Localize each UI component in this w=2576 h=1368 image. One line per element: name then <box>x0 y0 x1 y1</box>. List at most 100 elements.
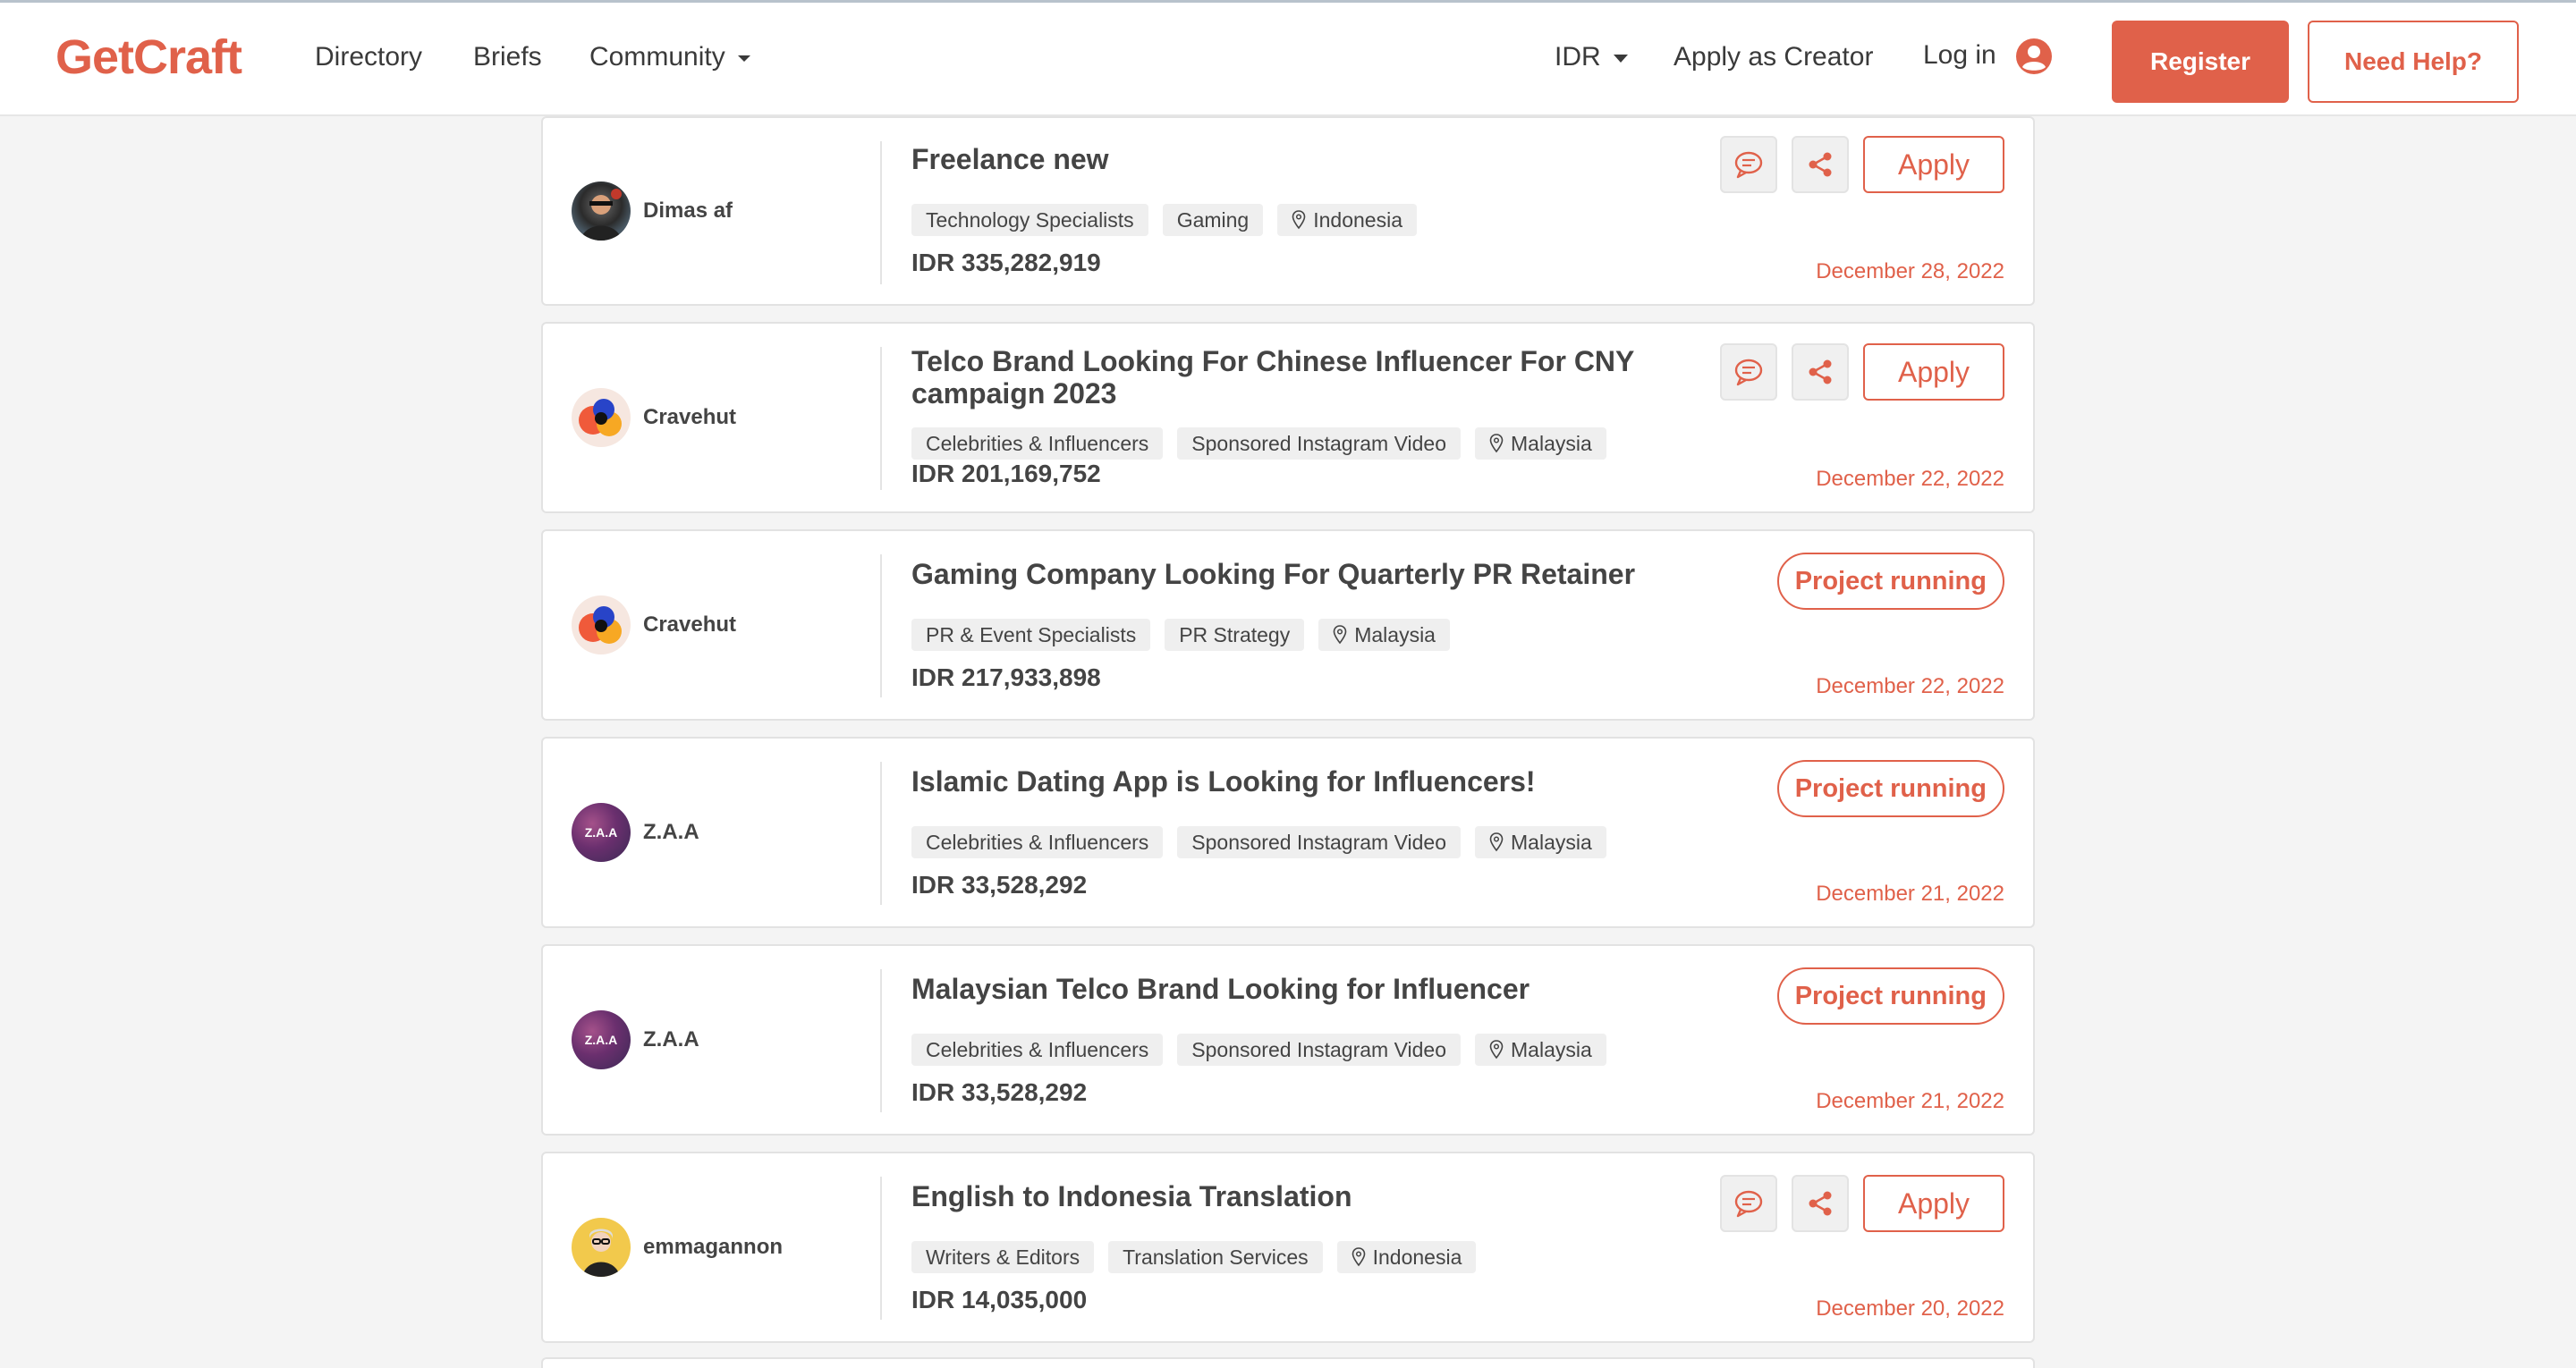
brief-card[interactable]: Cravehut Gaming Company Looking For Quar… <box>541 529 2035 721</box>
nav-community-label: Community <box>589 42 725 72</box>
avatar-initials: Z.A.A <box>584 1033 618 1047</box>
share-button[interactable] <box>1792 136 1849 193</box>
nav-directory[interactable]: Directory <box>315 42 422 72</box>
avatar-image <box>580 189 622 241</box>
author-name: Dimas af <box>643 198 733 223</box>
brief-date: December 28, 2022 <box>1816 259 2004 283</box>
brief-actions: Apply <box>1720 1175 2004 1232</box>
apply-as-creator-link[interactable]: Apply as Creator <box>1674 42 1873 72</box>
chat-button[interactable] <box>1720 136 1777 193</box>
brief-title[interactable]: Islamic Dating App is Looking for Influe… <box>911 765 1536 798</box>
chat-button[interactable] <box>1720 343 1777 401</box>
location-label: Malaysia <box>1354 623 1436 646</box>
brief-date: December 20, 2022 <box>1816 1296 2004 1321</box>
nav-community[interactable]: Community <box>589 42 750 72</box>
currency-label: IDR <box>1555 42 1601 72</box>
top-navbar: GetCraft Directory Briefs Community IDR … <box>0 0 2576 116</box>
brief-content: English to Indonesia Translation Writers… <box>911 1153 1716 1341</box>
login-link[interactable]: Log in <box>1923 37 2054 76</box>
brief-content: Malaysian Telco Brand Looking for Influe… <box>911 946 1716 1134</box>
brief-author[interactable]: emmagannon <box>572 1153 783 1341</box>
brief-budget: IDR 33,528,292 <box>911 871 1088 899</box>
brief-card[interactable]: emmagannon English to Indonesia Translat… <box>541 1152 2035 1343</box>
project-running-badge[interactable]: Project running <box>1776 967 2004 1025</box>
location-tag: Malaysia <box>1475 1034 1606 1066</box>
need-help-button[interactable]: Need Help? <box>2308 21 2519 103</box>
share-button[interactable] <box>1792 343 1849 401</box>
brief-actions: Project running <box>1776 760 2004 817</box>
brief-card[interactable]: Z.A.A Z.A.A Malaysian Telco Brand Lookin… <box>541 944 2035 1136</box>
chevron-down-icon <box>737 55 750 62</box>
tag: Sponsored Instagram Video <box>1177 826 1462 858</box>
next-brief-card[interactable] <box>541 1357 2035 1368</box>
location-label: Malaysia <box>1511 831 1592 854</box>
brief-author[interactable]: Z.A.A Z.A.A <box>572 739 699 926</box>
location-label: Indonesia <box>1372 1246 1462 1269</box>
tag-list: Technology Specialists Gaming Indonesia <box>911 204 1417 236</box>
tag: Celebrities & Influencers <box>911 427 1164 460</box>
location-tag: Malaysia <box>1318 619 1450 651</box>
apply-button[interactable]: Apply <box>1863 343 2004 401</box>
share-icon <box>1809 1191 1832 1216</box>
location-pin-icon <box>1352 1247 1365 1267</box>
tag-list: PR & Event Specialists PR Strategy Malay… <box>911 619 1450 651</box>
brief-actions: Project running <box>1776 967 2004 1025</box>
currency-selector[interactable]: IDR <box>1555 42 1628 72</box>
brief-budget: IDR 217,933,898 <box>911 663 1101 691</box>
location-label: Indonesia <box>1313 208 1402 232</box>
share-icon <box>1809 359 1832 384</box>
cravehut-logo-icon <box>579 399 622 436</box>
project-running-badge[interactable]: Project running <box>1776 760 2004 817</box>
brief-card[interactable]: Dimas af Freelance new Technology Specia… <box>541 116 2035 306</box>
brief-content: Freelance new Technology Specialists Gam… <box>911 118 1716 304</box>
tag-list: Celebrities & Influencers Sponsored Inst… <box>911 826 1606 858</box>
tag: Writers & Editors <box>911 1241 1095 1273</box>
avatar-initials: Z.A.A <box>584 825 618 840</box>
divider <box>880 347 882 490</box>
brief-date: December 22, 2022 <box>1816 467 2004 491</box>
author-name: Cravehut <box>643 405 737 429</box>
avatar <box>572 388 631 447</box>
divider <box>880 1177 882 1320</box>
share-icon <box>1809 152 1832 177</box>
brief-author[interactable]: Z.A.A Z.A.A <box>572 946 699 1134</box>
avatar <box>572 595 631 654</box>
brief-budget: IDR 335,282,919 <box>911 249 1101 276</box>
brief-title[interactable]: Telco Brand Looking For Chinese Influenc… <box>911 345 1681 410</box>
chat-button[interactable] <box>1720 1175 1777 1232</box>
divider <box>880 762 882 905</box>
brief-content: Telco Brand Looking For Chinese Influenc… <box>911 324 1716 511</box>
brief-title[interactable]: Gaming Company Looking For Quarterly PR … <box>911 558 1635 590</box>
brief-actions: Apply <box>1720 136 2004 193</box>
brief-author[interactable]: Cravehut <box>572 324 736 511</box>
location-pin-icon <box>1292 210 1306 230</box>
brief-title[interactable]: Freelance new <box>911 143 1109 175</box>
location-label: Malaysia <box>1511 432 1592 455</box>
brief-card[interactable]: Z.A.A Z.A.A Islamic Dating App is Lookin… <box>541 737 2035 928</box>
brief-author[interactable]: Cravehut <box>572 531 736 719</box>
project-running-badge[interactable]: Project running <box>1776 553 2004 610</box>
location-tag: Indonesia <box>1277 204 1417 236</box>
brief-title[interactable]: English to Indonesia Translation <box>911 1180 1352 1212</box>
avatar-image <box>582 1229 620 1277</box>
author-name: Z.A.A <box>643 1027 699 1051</box>
apply-button[interactable]: Apply <box>1863 1175 2004 1232</box>
brief-title[interactable]: Malaysian Telco Brand Looking for Influe… <box>911 973 1530 1005</box>
avatar <box>572 182 631 241</box>
brief-author[interactable]: Dimas af <box>572 118 733 304</box>
caret-down-icon <box>1613 54 1628 63</box>
apply-button[interactable]: Apply <box>1863 136 2004 193</box>
brief-budget: IDR 33,528,292 <box>911 1078 1088 1106</box>
getcraft-logo[interactable]: GetCraft <box>55 30 242 85</box>
brief-card[interactable]: Cravehut Telco Brand Looking For Chinese… <box>541 322 2035 513</box>
location-label: Malaysia <box>1511 1038 1592 1061</box>
brief-budget: IDR 201,169,752 <box>911 460 1101 487</box>
location-tag: Malaysia <box>1475 826 1606 858</box>
avatar: Z.A.A <box>572 803 631 862</box>
brief-date: December 21, 2022 <box>1816 882 2004 906</box>
nav-briefs[interactable]: Briefs <box>473 42 542 72</box>
share-button[interactable] <box>1792 1175 1849 1232</box>
register-button[interactable]: Register <box>2112 21 2289 103</box>
chat-bubble-icon <box>1734 151 1763 179</box>
tag: PR & Event Specialists <box>911 619 1151 651</box>
